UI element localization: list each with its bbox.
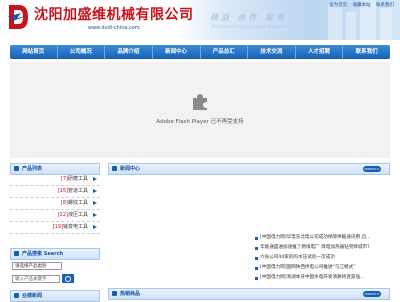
category-item[interactable]: [19]输变电工具	[10, 222, 100, 234]
category-select[interactable]: 请选择产品类别	[12, 262, 62, 270]
news-item-text: [中国电力网]清湖本牙中国水电开发清路将逐渐强...	[260, 275, 365, 280]
category-count: [22]	[57, 212, 68, 218]
news-more-button[interactable]: more>>	[363, 166, 381, 172]
product-search-title: 产品搜索 Search	[22, 251, 64, 257]
news-item-text: 六省公司44家的的水压试验一次成功	[260, 255, 335, 260]
top-links: 设为首页 收藏本站 联系我们	[325, 2, 394, 8]
bookmark-link[interactable]: 收藏本站	[353, 3, 371, 8]
company-name: 沈阳加盛维机械有限公司	[34, 7, 194, 23]
news-item[interactable]: [中国电力网]国网陕西供电公司推进“乌江模式”	[254, 263, 390, 273]
news-center-header: 新闻中心 more>>	[108, 163, 390, 175]
news-item[interactable]: 六省公司44家的的水压试验一次成功	[254, 253, 390, 263]
arrow-right-icon	[93, 189, 97, 193]
nav-jobs[interactable]: 人才招聘	[296, 45, 344, 59]
hot-products-header: 热销商品 more>>	[108, 288, 390, 300]
product-category-list: [7]研磨工具 [15]管道工具 [8]螺纹工具 [22]液压工具 [19]输变…	[10, 174, 100, 234]
category-label: 螺纹工具	[67, 200, 88, 206]
nav-brand[interactable]: 品牌介绍	[105, 45, 153, 59]
news-item[interactable]: [中国电力网]华电东北电公司成功保障供暖通讯用 迅...	[254, 233, 390, 243]
building-graphic	[380, 8, 392, 40]
nav-products[interactable]: 产品总汇	[201, 45, 249, 59]
bullet-icon	[255, 246, 258, 250]
category-label: 输变电工具	[62, 224, 88, 230]
category-label: 液压工具	[67, 212, 88, 218]
search-input[interactable]: 输入产品关键字	[12, 275, 60, 283]
main-nav: 网站首页 公司概况 品牌介绍 新闻中心 产品总汇 技术交流 人才招聘 联系我们	[10, 45, 390, 59]
category-count: [15]	[57, 188, 68, 194]
contact-us-link[interactable]: 联系我们	[376, 3, 394, 8]
building-graphic	[328, 4, 342, 40]
category-item[interactable]: [15]管道工具	[10, 186, 100, 198]
news-item[interactable]: 华能通盛通加速推了燃煤电厂 煤电加热器钻完降城市?	[254, 243, 390, 253]
news-item[interactable]: [中国电力网]清湖本牙中国水电开发清路将逐渐强...	[254, 273, 390, 283]
list-icon	[14, 166, 19, 171]
nav-tech[interactable]: 技术交流	[248, 45, 296, 59]
header-slogan-sub: Precision Cooperation Service	[212, 24, 287, 29]
hot-icon	[112, 291, 117, 296]
bullet-icon	[255, 236, 258, 240]
news-center-title: 新闻中心	[120, 166, 141, 172]
category-item[interactable]: [22]液压工具	[10, 210, 100, 222]
category-label: 研磨工具	[67, 176, 88, 182]
bullet-icon	[255, 276, 258, 280]
set-homepage-link[interactable]: 设为首页	[329, 3, 347, 8]
company-logo-icon[interactable]	[6, 3, 30, 31]
arrow-right-icon	[93, 213, 97, 217]
category-count: [8]	[60, 200, 68, 206]
performance-news-header: 业绩新闻	[10, 290, 100, 302]
nav-news[interactable]: 新闻中心	[153, 45, 201, 59]
info-icon	[14, 293, 19, 298]
nav-about[interactable]: 公司概况	[58, 45, 106, 59]
site-url: www.dvdl-china.com	[88, 25, 140, 31]
news-icon	[112, 166, 117, 171]
category-count: [7]	[60, 176, 68, 182]
news-list: [中国电力网]华电东北电公司成功保障供暖通讯用 迅... 华能通盛通加速推了燃煤…	[254, 233, 390, 283]
nav-home[interactable]: 网站首页	[10, 45, 58, 59]
hot-more-button[interactable]: more>>	[363, 291, 381, 297]
category-label: 管道工具	[67, 188, 88, 194]
news-item-text: 华能通盛通加速推了燃煤电厂 煤电加热器钻完降城市?	[260, 245, 370, 250]
flash-unsupported-message: Adobe Flash Player 已不再受支持	[156, 119, 244, 125]
category-item[interactable]: [8]螺纹工具	[10, 198, 100, 210]
bullet-icon	[255, 256, 258, 260]
nav-contact[interactable]: 联系我们	[343, 45, 390, 59]
product-list-title: 产品列表	[22, 166, 43, 172]
performance-news-title: 业绩新闻	[22, 293, 43, 299]
hot-products-title: 热销商品	[120, 291, 141, 297]
header-slogan: 精益 合作 服务	[210, 13, 288, 22]
search-icon	[14, 251, 19, 256]
bullet-icon	[255, 266, 258, 270]
category-count: [19]	[52, 224, 63, 230]
arrow-right-icon	[93, 201, 97, 205]
magnifier-icon	[65, 276, 71, 282]
product-search-header: 产品搜索 Search	[10, 248, 100, 260]
building-graphic	[346, 12, 356, 40]
arrow-right-icon	[93, 177, 97, 181]
news-item-text: [中国电力网]华电东北电公司成功保障供暖通讯用 迅...	[260, 235, 371, 240]
plugin-puzzle-icon	[193, 94, 207, 110]
news-item-text: [中国电力网]国网陕西供电公司推进“乌江模式”	[260, 265, 356, 270]
arrow-right-icon	[93, 225, 97, 229]
category-item[interactable]: [7]研磨工具	[10, 174, 100, 186]
